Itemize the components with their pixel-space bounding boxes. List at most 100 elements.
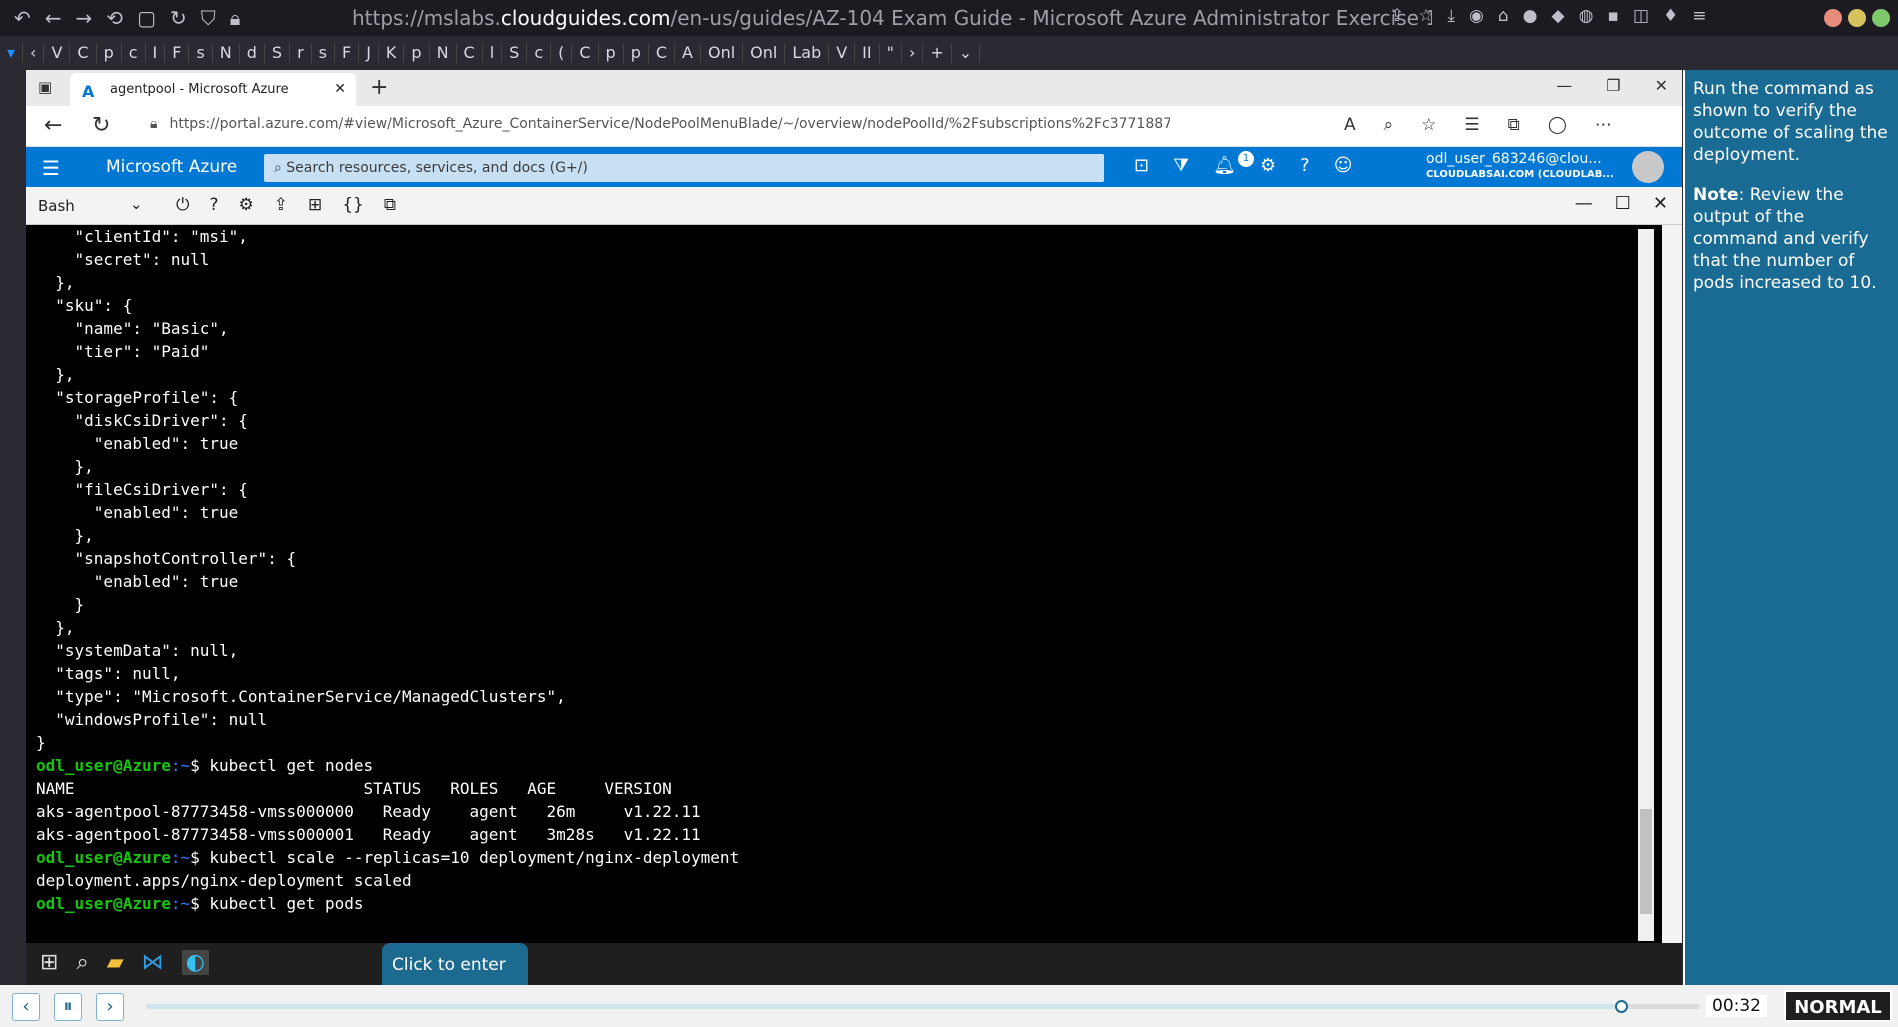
minimize-icon[interactable]: —: [1556, 76, 1572, 95]
chevron-down-icon[interactable]: ⌄: [952, 43, 981, 63]
bookmark-item[interactable]: p: [624, 43, 649, 63]
bookmark-item[interactable]: c: [527, 43, 552, 63]
close-icon[interactable]: ✕: [1655, 76, 1668, 95]
extension-icon[interactable]: ●: [1523, 6, 1538, 26]
bookmark-item[interactable]: ": [880, 43, 902, 63]
star-icon[interactable]: ☆: [1418, 6, 1433, 26]
next-step-button[interactable]: ›: [96, 993, 124, 1021]
help-icon[interactable]: ?: [1300, 155, 1310, 176]
editor-icon[interactable]: {}: [342, 195, 364, 215]
previous-step-button[interactable]: ‹: [12, 993, 40, 1021]
bookmark-item[interactable]: r: [290, 43, 312, 63]
menu-icon[interactable]: ≡: [1692, 6, 1706, 26]
extension-icon[interactable]: ◫: [1633, 6, 1649, 26]
collections-icon[interactable]: ⧉: [1508, 115, 1520, 135]
directory-filter-icon[interactable]: ⧩: [1173, 155, 1189, 176]
new-tab-icon[interactable]: +: [923, 43, 952, 63]
maximize-window-button[interactable]: [1872, 9, 1890, 27]
bookmark-item[interactable]: Onl: [743, 43, 786, 63]
reload-icon[interactable]: ↻: [170, 6, 187, 30]
extension-icon[interactable]: ◉: [1469, 6, 1484, 26]
sync-icon[interactable]: ⟲: [106, 6, 123, 30]
account-info[interactable]: odl_user_683246@clou... CLOUDLABSAI.COM …: [1426, 151, 1614, 183]
back-icon[interactable]: ←: [44, 113, 62, 138]
bookmark-item[interactable]: Lab: [785, 43, 830, 63]
outer-address-bar[interactable]: https://mslabs.cloudguides.com/en-us/gui…: [352, 5, 1432, 31]
terminal[interactable]: "clientId": "msi", "secret": null }, "sk…: [26, 225, 1662, 943]
bookmark-item[interactable]: V: [829, 43, 856, 63]
bookmark-item[interactable]: N: [430, 43, 457, 63]
back-icon[interactable]: ←: [45, 6, 62, 30]
web-preview-icon[interactable]: ⧉: [384, 195, 396, 215]
bookmark-item[interactable]: I: [146, 43, 166, 63]
bookmark-item[interactable]: C: [649, 43, 676, 63]
azure-brand[interactable]: Microsoft Azure: [106, 157, 237, 177]
extension-icon[interactable]: ♦: [1663, 6, 1678, 26]
favorite-icon[interactable]: ☆: [1421, 115, 1436, 135]
maximize-shell-icon[interactable]: ☐: [1615, 193, 1631, 214]
bookmark-item[interactable]: S: [502, 43, 528, 63]
progress-bar[interactable]: [146, 1000, 1700, 1013]
bookmark-item[interactable]: C: [70, 43, 97, 63]
pause-button[interactable]: ⏸: [54, 993, 82, 1021]
tab-actions-icon[interactable]: ▣: [38, 78, 52, 96]
tab-agentpool[interactable]: A agentpool - Microsoft Azure ✕: [70, 73, 356, 106]
download-icon[interactable]: ⤓: [1448, 6, 1456, 26]
reader-icon[interactable]: ▢: [137, 6, 156, 30]
minimize-window-button[interactable]: [1848, 9, 1866, 27]
minimize-shell-icon[interactable]: —: [1575, 193, 1593, 214]
extension-icon[interactable]: ◍: [1579, 6, 1594, 26]
bookmark-item[interactable]: p: [599, 43, 624, 63]
zoom-icon[interactable]: ⌕: [1384, 115, 1394, 135]
bookmark-item[interactable]: C: [572, 43, 599, 63]
bookmark-item[interactable]: s: [189, 43, 213, 63]
pin-icon[interactable]: ▾: [0, 43, 24, 63]
terminal-scrollbar[interactable]: [1638, 229, 1654, 941]
bookmark-item[interactable]: l: [483, 43, 503, 63]
bookmark-item[interactable]: S: [265, 43, 291, 63]
search-icon[interactable]: ⌕: [76, 950, 88, 975]
close-shell-icon[interactable]: ✕: [1653, 193, 1668, 214]
help-icon[interactable]: ?: [209, 195, 218, 215]
scrollbar-thumb[interactable]: [1640, 809, 1652, 914]
restore-icon[interactable]: ❐: [1606, 76, 1620, 95]
bookmarks-prev-icon[interactable]: ‹: [23, 43, 45, 63]
bookmark-item[interactable]: F: [335, 43, 360, 63]
close-tab-icon[interactable]: ✕: [334, 81, 346, 97]
click-to-enter-tooltip[interactable]: Click to enter: [382, 943, 528, 985]
extension-icon[interactable]: ▪: [1607, 6, 1619, 26]
upload-icon[interactable]: ⇪: [274, 195, 288, 215]
extension-icon[interactable]: ◆: [1552, 6, 1565, 26]
shield-icon[interactable]: ⛉: [201, 6, 216, 30]
more-icon[interactable]: ⋯: [1595, 115, 1612, 135]
cloud-shell-icon[interactable]: ⊡: [1134, 155, 1149, 176]
bookmark-item[interactable]: C: [457, 43, 483, 63]
undo-icon[interactable]: ↶: [14, 6, 31, 30]
bookmark-item[interactable]: c: [122, 43, 146, 63]
bookmark-item[interactable]: (: [551, 43, 573, 63]
avatar[interactable]: [1632, 151, 1664, 183]
bookmark-item[interactable]: p: [404, 43, 430, 63]
windows-start-icon[interactable]: ⊞: [40, 950, 58, 975]
bookmark-item[interactable]: N: [213, 43, 240, 63]
share-icon[interactable]: ⇪: [1390, 6, 1404, 26]
extension-icon[interactable]: ⌂: [1498, 6, 1509, 26]
search-input[interactable]: ⌕ Search resources, services, and docs (…: [264, 154, 1104, 182]
bookmark-item[interactable]: A: [675, 43, 701, 63]
settings-icon[interactable]: ⚙: [238, 195, 253, 215]
chevron-down-icon[interactable]: ⌄: [130, 195, 143, 213]
bookmark-item[interactable]: V: [44, 43, 71, 63]
bell-icon[interactable]: 🔔︎: [1213, 155, 1236, 176]
bookmark-item[interactable]: Onl: [701, 43, 744, 63]
bookmark-item[interactable]: d: [240, 43, 265, 63]
power-icon[interactable]: ⏻: [176, 195, 189, 215]
new-session-icon[interactable]: ⊞: [308, 195, 322, 215]
bookmark-item[interactable]: s: [312, 43, 335, 63]
hamburger-menu-icon[interactable]: ☰: [42, 156, 60, 180]
bookmark-item[interactable]: F: [165, 43, 190, 63]
refresh-icon[interactable]: ↻: [92, 113, 110, 138]
feedback-icon[interactable]: ☺: [1334, 155, 1353, 176]
vscode-icon[interactable]: ⋈: [142, 950, 164, 975]
forward-icon[interactable]: →: [76, 6, 93, 30]
new-tab-button[interactable]: +: [370, 75, 388, 100]
